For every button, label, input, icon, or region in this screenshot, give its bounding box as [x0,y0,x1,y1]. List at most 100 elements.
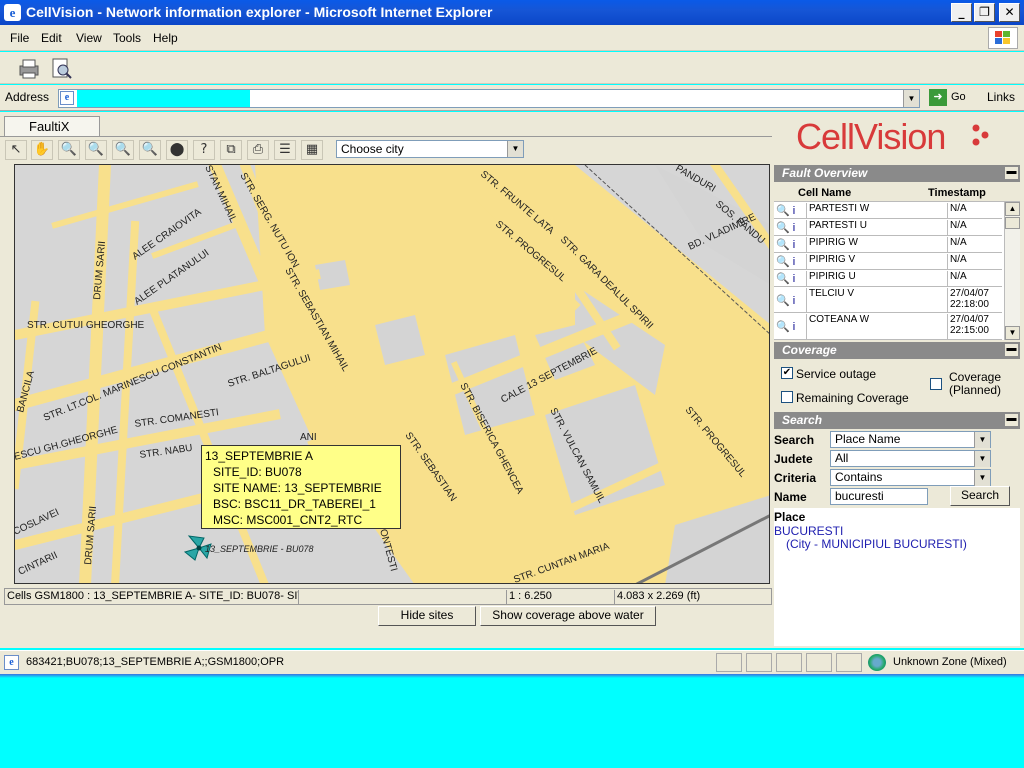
status-spacer [299,590,507,604]
tab-faultix[interactable]: FaultiX [4,116,100,137]
close-button[interactable]: ✕ [999,3,1020,22]
name-input[interactable]: bucuresti [830,488,928,505]
taskbar-edge [0,674,1024,678]
col-cell-name: Cell Name [798,187,852,199]
zoom-info-icon[interactable]: 🔍 i [776,255,795,268]
pan-hand-icon[interactable]: ✋ [31,140,53,160]
collapse-search-button[interactable]: ▬ [1005,414,1018,426]
map-status-bar: Cells GSM1800 : 13_SEPTEMBRIE A- SITE_ID… [4,588,772,605]
col-timestamp: Timestamp [928,187,986,199]
pointer-tool-icon[interactable]: ↖ [5,140,27,160]
scroll-down-icon[interactable]: ▼ [1005,326,1020,340]
search-results: Place BUCURESTI (City - MUNICIPIUL BUCUR… [774,508,1020,646]
service-outage-checkbox[interactable]: ✔ [781,367,793,379]
result-detail[interactable]: (City - MUNICIPIUL BUCURESTI) [786,537,967,551]
zoom-info-icon[interactable]: 🔍 i [776,320,795,333]
window-title: CellVision - Network information explore… [26,4,493,20]
menu-view[interactable]: View [76,31,102,45]
street-label: ANI [300,432,317,443]
print-preview-icon[interactable] [48,56,74,80]
collapse-fault-overview-button[interactable]: ▬ [1005,167,1018,179]
fault-table: 🔍 i PARTESTI W N/A 🔍 i PARTESTI U N/A 🔍 i PIP… [774,202,1020,340]
fault-table-header: Cell Name Timestamp [774,184,1020,202]
search-button[interactable]: Search [950,486,1010,506]
copy-icon[interactable]: ⧉ [220,140,242,160]
chevron-down-icon: ▼ [974,451,990,467]
menu-tools[interactable]: Tools [113,31,141,45]
zoom-info-icon[interactable]: 🔍 i [776,204,795,217]
judete-select[interactable]: All ▼ [830,450,991,467]
map-view[interactable]: STR. SERG. NUTU ION STR. FRUNTE LATA STR… [14,164,770,584]
cellvision-logo: CellVision [796,116,1022,160]
table-row[interactable]: 🔍 i PARTESTI U N/A [774,219,1002,236]
minimize-button[interactable]: _ [951,3,972,22]
go-button[interactable]: Go [951,91,966,103]
chevron-down-icon: ▼ [507,141,523,157]
menu-edit[interactable]: Edit [41,31,62,45]
show-coverage-button[interactable]: Show coverage above water [480,606,656,626]
help-icon[interactable]: ? [193,140,215,160]
tab-label: FaultiX [29,119,70,134]
table-row[interactable]: 🔍 i TELCIU V 27/04/07 22:18:00 [774,287,1002,313]
search-type-select[interactable]: Place Name ▼ [830,431,991,448]
menu-file[interactable]: File [10,31,29,45]
address-redacted [77,90,250,107]
zoom-info-icon[interactable]: 🔍 i [776,272,795,285]
table-row[interactable]: 🔍 i PARTESTI W N/A [774,202,1002,219]
criteria-select[interactable]: Contains ▼ [830,469,991,486]
zoom-info-icon[interactable]: 🔍 i [776,238,795,251]
zoom-clear-icon[interactable]: 🔍 [139,140,161,160]
zoom-out-icon[interactable]: 🔍 [85,140,107,160]
scroll-thumb[interactable] [1005,217,1020,229]
table-row[interactable]: 🔍 i PIPIRIG W N/A [774,236,1002,253]
stop-icon[interactable]: ⬤ [166,140,188,160]
overview-map-icon[interactable]: ▦ [301,140,323,160]
table-row[interactable]: 🔍 i COTEANA W 27/04/07 22:15:00 [774,313,1002,340]
judete-label: Judete [774,452,813,466]
restore-button[interactable]: ❐ [974,3,995,22]
collapse-coverage-button[interactable]: ▬ [1005,344,1018,356]
site-tooltip: 13_SEPTEMBRIE A SITE_ID: BU078 SITE NAME… [201,445,401,529]
street-label: STR. CUTUI GHEORGHE [27,320,145,331]
fault-table-scrollbar[interactable]: ▲ ▼ [1004,202,1020,340]
tab-divider [0,136,772,137]
result-link[interactable]: BUCURESTI [774,524,843,538]
fault-overview-header: Fault Overview ▬ [774,165,1020,182]
page-status-icon: e [4,655,19,670]
print-icon[interactable] [16,56,42,80]
menu-help[interactable]: Help [153,31,178,45]
status-pane [806,653,832,672]
zoom-previous-icon[interactable]: 🔍 [112,140,134,160]
city-select[interactable]: Choose city ▼ [336,140,524,158]
zone-text: Unknown Zone (Mixed) [893,656,1007,668]
scroll-up-icon[interactable]: ▲ [1005,202,1020,216]
table-row[interactable]: 🔍 i PIPIRIG V N/A [774,253,1002,270]
planned-coverage-checkbox[interactable] [930,378,942,390]
status-pane [716,653,742,672]
cell-info-text: Cells GSM1800 : 13_SEPTEMBRIE A- SITE_ID… [7,590,299,604]
coverage-header: Coverage ▬ [774,342,1020,359]
go-arrow-icon[interactable]: ➜ [929,89,947,106]
windows-logo-icon [988,27,1018,49]
table-row[interactable]: 🔍 i PIPIRIG U N/A [774,270,1002,287]
zoom-info-icon[interactable]: 🔍 i [776,221,795,234]
place-label: Place [774,510,806,524]
ie-icon: e [4,4,21,21]
status-pane [836,653,862,672]
map-size: 4.083 x 2.269 (ft) [617,590,701,602]
status-pane [746,653,772,672]
remaining-coverage-checkbox[interactable] [781,391,793,403]
zoom-info-icon[interactable]: 🔍 i [776,294,795,307]
address-dropdown-icon[interactable]: ▼ [903,90,919,107]
criteria-label: Criteria [774,471,817,485]
tooltip-line: SITE NAME: 13_SEPTEMBRIE [213,481,382,495]
browser-status-bar: e 683421;BU078;13_SEPTEMBRIE A;;GSM1800;… [0,650,1024,674]
links-label[interactable]: Links [987,90,1015,104]
search-header: Search ▬ [774,412,1020,429]
ie-toolbar [0,52,1024,84]
print-map-icon[interactable]: ⎙ [247,140,269,160]
legend-icon[interactable]: ☰ [274,140,296,160]
title-bar: e CellVision - Network information explo… [0,0,1024,25]
hide-sites-button[interactable]: Hide sites [378,606,476,626]
zoom-in-icon[interactable]: 🔍 [58,140,80,160]
